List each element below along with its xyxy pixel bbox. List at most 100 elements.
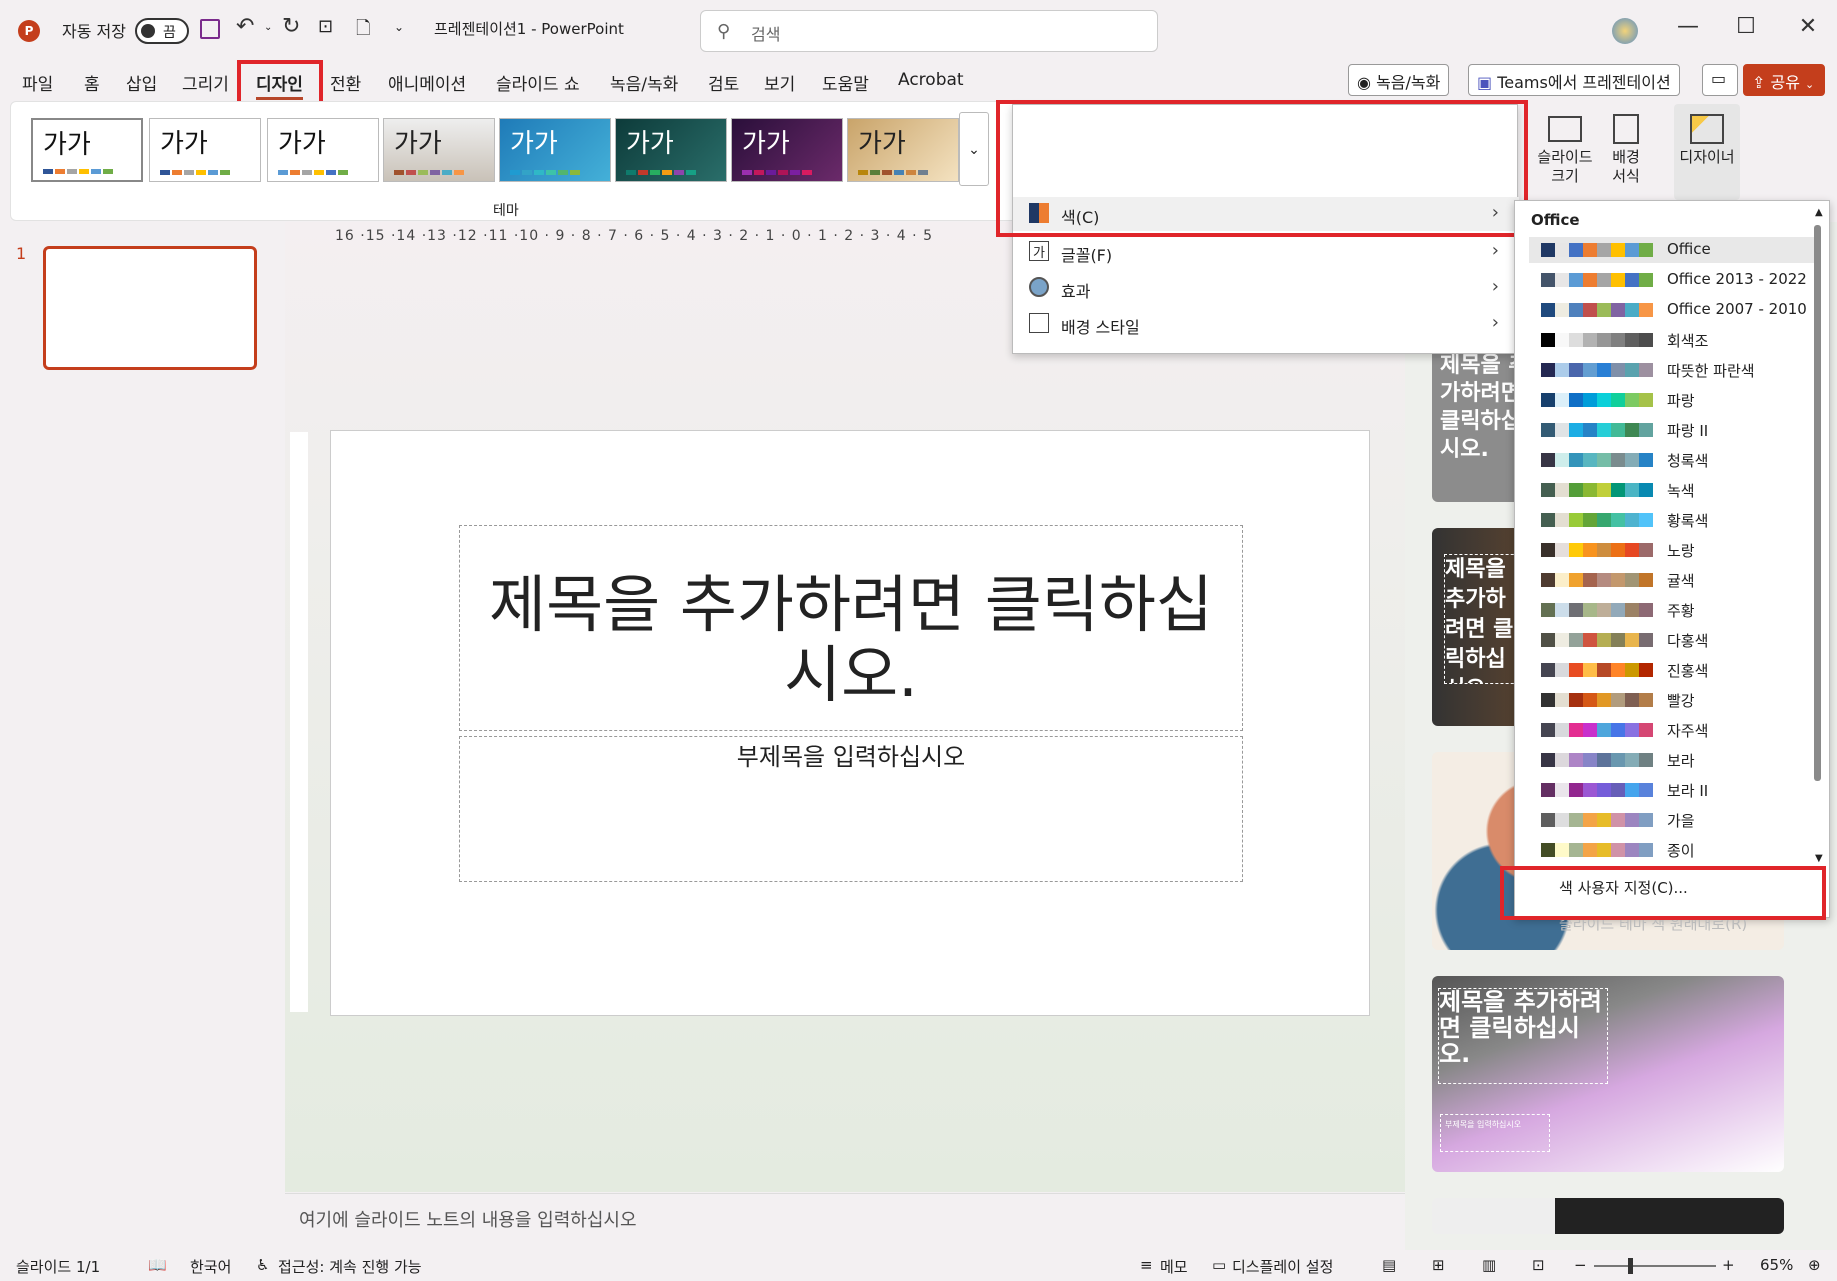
slideshow-view-icon[interactable]: ⊡ (1532, 1256, 1545, 1274)
zoom-in-icon[interactable]: + (1722, 1256, 1735, 1274)
theme-thumbnail-7[interactable]: 가가 (731, 118, 843, 182)
color-scheme-swatch (1639, 843, 1653, 857)
design-idea-2-title: 제목을 추가하려면 클릭하십시오. (1444, 554, 1524, 684)
tab-review[interactable]: 검토 (708, 70, 739, 95)
theme-thumbnail-5[interactable]: 가가 (499, 118, 611, 182)
color-scheme-swatch (1541, 633, 1555, 647)
customize-qat-icon[interactable]: ⌄ (394, 20, 404, 34)
color-scheme-item[interactable]: 진홍색 (1529, 657, 1819, 683)
color-scheme-swatch (1583, 633, 1597, 647)
theme-thumbnail-8[interactable]: 가가 (847, 118, 959, 182)
tab-transitions[interactable]: 전환 (330, 70, 361, 95)
color-scheme-item[interactable]: 노랑 (1529, 537, 1819, 563)
color-scheme-item[interactable]: 보라 II (1529, 777, 1819, 803)
color-scheme-item[interactable]: 파랑 II (1529, 417, 1819, 443)
menu-background-styles[interactable]: 배경 스타일 › (1013, 307, 1519, 341)
menu-effects[interactable]: 효과 › (1013, 271, 1519, 305)
theme-thumbnail-6[interactable]: 가가 (615, 118, 727, 182)
theme-thumbnail-1[interactable]: 가가 (31, 118, 143, 182)
save-icon[interactable] (200, 19, 220, 39)
color-scheme-swatch (1583, 573, 1597, 587)
subtitle-placeholder[interactable]: 부제목을 입력하십시오 (459, 736, 1243, 882)
slide-size-button[interactable]: 슬라이드 크기 (1534, 110, 1596, 186)
menu-colors[interactable]: 색(C) › (1013, 197, 1519, 231)
design-idea-card-5[interactable] (1432, 1198, 1784, 1234)
color-scheme-item[interactable]: 녹색 (1529, 477, 1819, 503)
color-scheme-item[interactable]: Office 2013 - 2022 (1529, 267, 1819, 293)
color-scheme-item[interactable]: 보라 (1529, 747, 1819, 773)
tab-slideshow[interactable]: 슬라이드 쇼 (496, 70, 580, 95)
tab-design[interactable]: 디자인 (256, 70, 303, 100)
color-scheme-item[interactable]: 자주색 (1529, 717, 1819, 743)
zoom-slider-thumb[interactable] (1628, 1258, 1634, 1274)
search-box[interactable]: ⚲ 검색 (700, 10, 1158, 52)
scroll-thumb[interactable] (1814, 225, 1821, 781)
tab-help[interactable]: 도움말 (822, 70, 869, 95)
color-scheme-item[interactable]: 청록색 (1529, 447, 1819, 473)
theme-thumbnail-4[interactable]: 가가 (383, 118, 495, 182)
zoom-level[interactable]: 65% (1760, 1256, 1793, 1274)
accessibility-status[interactable]: 접근성: 계속 진행 가능 (278, 1256, 422, 1277)
color-scheme-item[interactable]: 황록색 (1529, 507, 1819, 533)
tab-animations[interactable]: 애니메이션 (388, 70, 466, 95)
share-button[interactable]: ⇪ 공유 ⌄ (1743, 64, 1825, 96)
color-scheme-item[interactable]: Office (1529, 237, 1819, 263)
notes-toggle[interactable]: 메모 (1160, 1256, 1188, 1277)
title-placeholder[interactable]: 제목을 추가하려면 클릭하십시오. (459, 525, 1243, 731)
comments-button[interactable]: ▭ (1702, 64, 1738, 96)
language[interactable]: 한국어 (190, 1256, 231, 1277)
autosave-toggle[interactable]: 끔 (135, 18, 189, 44)
reset-theme-colors-item[interactable]: 슬라이드 테마 색 원래대로(R) (1559, 913, 1747, 934)
zoom-slider[interactable] (1594, 1258, 1716, 1274)
present-in-teams-button[interactable]: ▣ Teams에서 프레젠테이션 (1468, 64, 1680, 96)
new-file-icon[interactable]: 🗋 (356, 16, 370, 46)
tab-draw[interactable]: 그리기 (182, 70, 229, 95)
theme-thumbnail-2[interactable]: 가가 (149, 118, 261, 182)
color-scheme-item[interactable]: Office 2007 - 2010 (1529, 297, 1819, 323)
fit-to-window-icon[interactable]: ⊕ (1808, 1256, 1821, 1274)
design-idea-card-4[interactable]: 제목을 추가하려면 클릭하십시오. 부제목을 입력하십시오 (1432, 976, 1784, 1172)
theme-color-swatch (172, 170, 182, 175)
undo-dropdown-icon[interactable]: ⌄ (264, 22, 272, 33)
record-button[interactable]: ◉ 녹음/녹화 (1348, 64, 1450, 96)
theme-thumbnail-3[interactable]: 가가 (267, 118, 379, 182)
undo-icon[interactable]: ↶ (236, 14, 254, 39)
display-settings[interactable]: 디스플레이 설정 (1232, 1256, 1333, 1277)
tab-acrobat[interactable]: Acrobat (898, 70, 964, 90)
maximize-button[interactable]: ☐ (1726, 14, 1766, 39)
tab-home[interactable]: 홈 (84, 70, 100, 95)
redo-icon[interactable]: ↻ (282, 14, 300, 39)
color-scheme-item[interactable]: 회색조 (1529, 327, 1819, 353)
color-scheme-item[interactable]: 빨강 (1529, 687, 1819, 713)
colors-scrollbar[interactable]: ▲ ▼ (1811, 207, 1823, 869)
color-scheme-item[interactable]: 종이 (1529, 837, 1819, 863)
spelling-icon[interactable]: 📖 (148, 1256, 167, 1274)
menu-fonts[interactable]: 가 글꼴(F) › (1013, 235, 1519, 269)
reading-view-icon[interactable]: ▥ (1482, 1256, 1496, 1274)
color-scheme-item[interactable]: 귤색 (1529, 567, 1819, 593)
customize-colors-item[interactable]: 색 사용자 지정(C)... (1559, 877, 1688, 898)
color-scheme-item[interactable]: 주황 (1529, 597, 1819, 623)
tab-view[interactable]: 보기 (764, 70, 795, 95)
format-background-button[interactable]: 배경 서식 (1604, 110, 1648, 186)
theme-color-swatch (558, 170, 568, 175)
present-from-start-icon[interactable]: ⊡ (318, 16, 333, 37)
tab-record[interactable]: 녹음/녹화 (610, 70, 678, 95)
slide-sorter-icon[interactable]: ⊞ (1432, 1256, 1445, 1274)
notes-pane[interactable]: 여기에 슬라이드 노트의 내용을 입력하십시오 (285, 1193, 1405, 1249)
themes-more-button[interactable]: ⌄ (959, 112, 989, 186)
close-button[interactable]: ✕ (1788, 14, 1828, 39)
tab-insert[interactable]: 삽입 (126, 70, 157, 95)
color-scheme-item[interactable]: 다홍색 (1529, 627, 1819, 653)
theme-color-swatch (662, 170, 672, 175)
zoom-out-icon[interactable]: − (1574, 1256, 1587, 1274)
avatar[interactable] (1612, 18, 1638, 44)
designer-button[interactable]: 디자이너 (1674, 104, 1740, 200)
color-scheme-item[interactable]: 따뜻한 파란색 (1529, 357, 1819, 383)
normal-view-icon[interactable]: ▤ (1382, 1256, 1396, 1274)
minimize-button[interactable]: — (1668, 14, 1708, 39)
tab-file[interactable]: 파일 (22, 70, 53, 95)
color-scheme-item[interactable]: 파랑 (1529, 387, 1819, 413)
color-scheme-item[interactable]: 가을 (1529, 807, 1819, 833)
slide-thumbnail-1[interactable] (43, 246, 257, 370)
